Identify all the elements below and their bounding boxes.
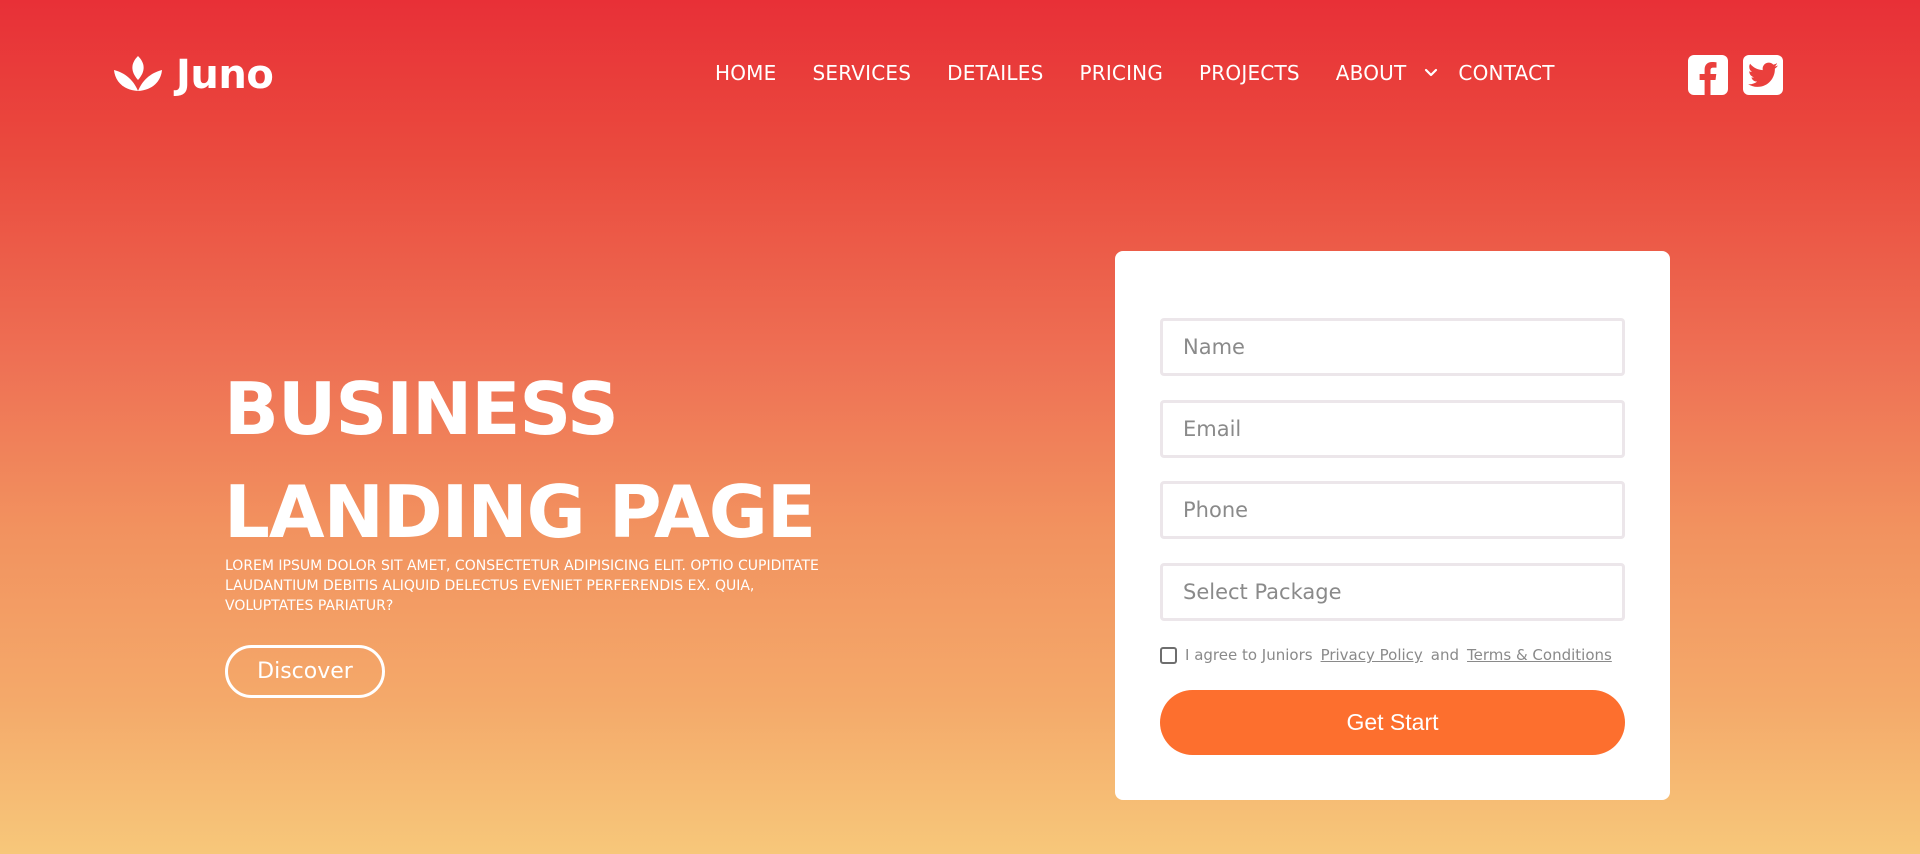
agree-terms: I agree to Juniors Privacy Policy and Te…: [1160, 646, 1612, 664]
nav-item-contact[interactable]: CONTACT: [1458, 61, 1554, 85]
lotus-icon: [114, 56, 162, 91]
nav-item-pricing[interactable]: PRICING: [1079, 61, 1163, 85]
discover-button[interactable]: Discover: [225, 645, 385, 698]
nav-item-home[interactable]: HOME: [715, 61, 776, 85]
phone-input[interactable]: [1160, 481, 1625, 539]
main-nav: HOME SERVICES DETAILES PRICING PROJECTS …: [715, 60, 1555, 86]
agree-text: I agree to Juniors: [1185, 646, 1313, 664]
get-start-button[interactable]: Get Start: [1160, 690, 1625, 755]
package-select-value: Select Package: [1183, 580, 1342, 604]
signup-form-card: Select Package I agree to Juniors Privac…: [1115, 251, 1670, 800]
nav-item-projects[interactable]: PROJECTS: [1199, 61, 1300, 85]
nav-item-detailes[interactable]: DETAILES: [947, 61, 1043, 85]
package-select[interactable]: Select Package: [1160, 563, 1625, 621]
brand-logo[interactable]: Juno: [112, 52, 274, 98]
social-links: [1688, 55, 1783, 95]
brand-name: Juno: [176, 52, 274, 98]
facebook-link[interactable]: [1688, 55, 1728, 95]
nav-item-about[interactable]: ABOUT: [1336, 61, 1407, 85]
email-input[interactable]: [1160, 400, 1625, 458]
hero-description: Lorem ipsum dolor sit amet, consectetur …: [225, 558, 819, 614]
hero-title-line2: LANDING PAGE: [224, 470, 816, 554]
name-input[interactable]: [1160, 318, 1625, 376]
twitter-icon: [1748, 62, 1778, 87]
chevron-down-icon[interactable]: [1424, 68, 1438, 78]
agree-and-text: and: [1430, 646, 1460, 664]
facebook-icon: [1699, 62, 1717, 95]
hero-title-line1: BUSINESS: [224, 367, 619, 451]
terms-conditions-link[interactable]: Terms & Conditions: [1467, 646, 1612, 664]
agree-checkbox[interactable]: [1160, 646, 1177, 664]
nav-item-services[interactable]: SERVICES: [812, 61, 911, 85]
twitter-link[interactable]: [1743, 55, 1783, 95]
privacy-policy-link[interactable]: Privacy Policy: [1321, 646, 1423, 664]
hero-title: BUSINESS LANDING PAGE: [224, 358, 816, 564]
